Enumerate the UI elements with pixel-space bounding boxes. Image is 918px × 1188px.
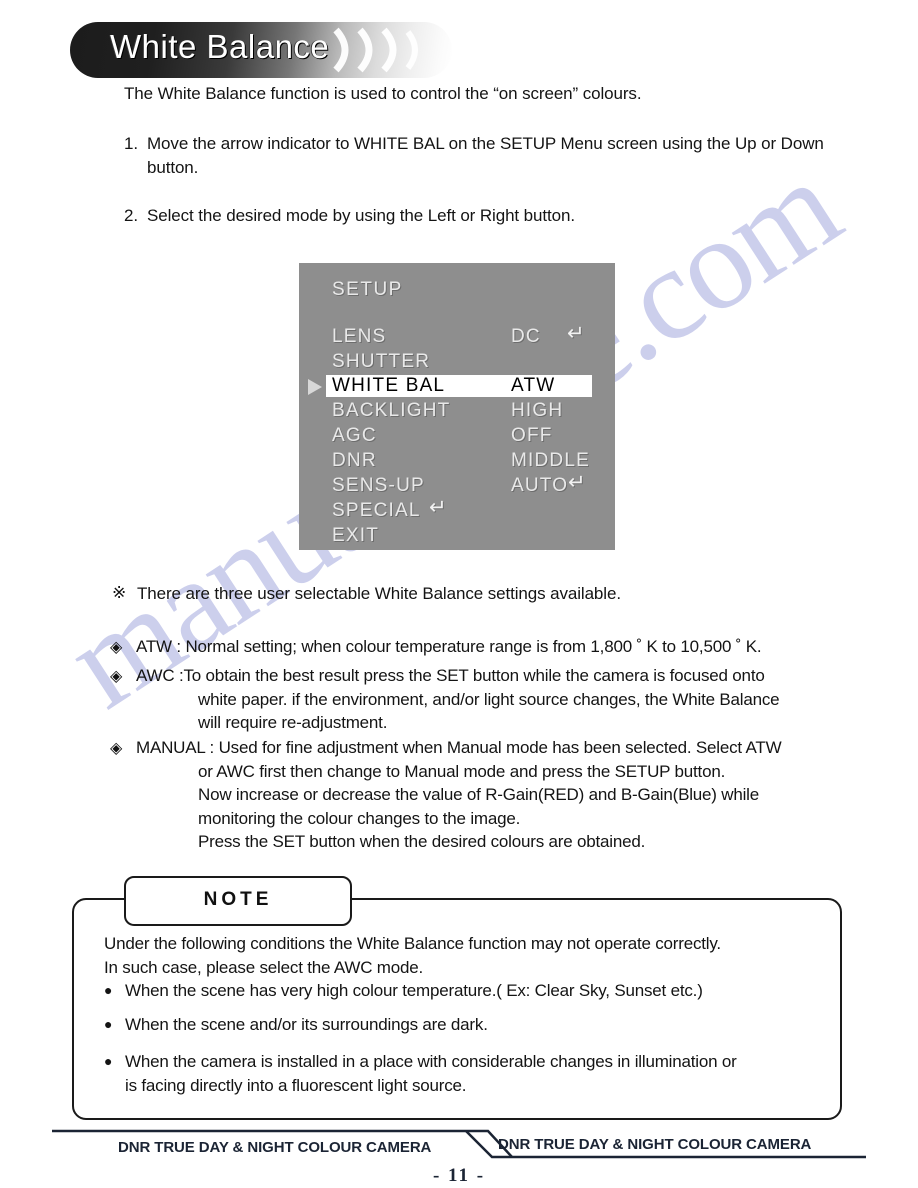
note-bullet-1: ● When the scene has very high colour te…	[104, 979, 834, 1003]
osd-value: DC	[511, 326, 541, 347]
osd-row-exit[interactable]: EXIT	[299, 525, 591, 547]
osd-row-sens-up[interactable]: SENS-UP AUTO ↵	[299, 471, 591, 497]
note-bullet-text-continuation: is facing directly into a fluorescent li…	[125, 1075, 467, 1095]
osd-row-white-bal[interactable]: WHITE BAL ATW	[326, 375, 592, 397]
mode-text-continuation: Press the SET button when the desired co…	[198, 832, 646, 851]
step-item-2: 2. Select the desired mode by using the …	[124, 204, 824, 228]
osd-label: AGC	[332, 425, 377, 446]
enter-arrow-icon: ↵	[429, 496, 447, 519]
osd-setup-menu: SETUP LENS DC ↵ SHUTTER WHITE BAL ATW BA…	[299, 263, 615, 550]
step-item-1: 1. Move the arrow indicator to WHITE BAL…	[124, 132, 824, 180]
round-bullet-icon: ●	[104, 1016, 113, 1032]
osd-label: EXIT	[332, 525, 380, 546]
step-text: Move the arrow indicator to WHITE BAL on…	[147, 134, 824, 177]
mode-text-continuation: will require re-adjustment.	[198, 713, 388, 732]
osd-label: BACKLIGHT	[332, 400, 451, 421]
osd-label: DNR	[332, 450, 377, 471]
osd-row-special[interactable]: SPECIAL ↵	[299, 496, 591, 522]
mode-item-manual: ◈ MANUAL : Used for fine adjustment when…	[110, 736, 900, 854]
page-number: - 11 -	[432, 1165, 486, 1186]
mode-text: MANUAL : Used for fine adjustment when M…	[136, 738, 782, 757]
note-bullet-text: When the scene has very high colour temp…	[125, 981, 703, 1000]
right-triangle-cursor-icon	[308, 379, 322, 395]
mode-item-awc: ◈ AWC :To obtain the best result press t…	[110, 664, 900, 735]
osd-value: MIDDLE	[511, 450, 590, 471]
note-intro-line-1: Under the following conditions the White…	[104, 934, 721, 953]
note-bullet-2: ● When the scene and/or its surroundings…	[104, 1013, 834, 1037]
footer-right-label: DNR TRUE DAY & NIGHT COLOUR CAMERA	[498, 1136, 812, 1153]
page-footer: DNR TRUE DAY & NIGHT COLOUR CAMERA DNR T…	[0, 1124, 918, 1188]
note-bullet-text: When the camera is installed in a place …	[125, 1052, 737, 1071]
mode-text-continuation: white paper. if the environment, and/or …	[198, 689, 780, 709]
star-note-text: There are three user selectable White Ba…	[137, 584, 621, 603]
osd-label: SPECIAL	[332, 500, 421, 521]
mode-text-continuation: monitoring the colour changes to the ima…	[198, 808, 521, 828]
osd-row-backlight[interactable]: BACKLIGHT HIGH	[299, 400, 591, 422]
osd-label: WHITE BAL	[332, 375, 446, 396]
step-number: 1.	[124, 134, 138, 153]
wave-arcs-icon	[333, 27, 418, 73]
diamond-bullet-icon: ◈	[110, 740, 123, 757]
mode-text: AWC :To obtain the best result press the…	[136, 666, 765, 685]
osd-value: ATW	[511, 375, 556, 396]
osd-label: SENS-UP	[332, 475, 425, 496]
mode-text-continuation: Now increase or decrease the value of R-…	[198, 785, 760, 804]
diamond-bullet-icon: ◈	[110, 639, 123, 656]
enter-arrow-icon: ↵	[568, 471, 586, 494]
osd-value: AUTO	[511, 475, 569, 496]
page-header-banner: White Balance	[70, 22, 452, 78]
osd-row-agc[interactable]: AGC OFF	[299, 425, 591, 447]
osd-row-lens[interactable]: LENS DC ↵	[299, 322, 591, 348]
osd-value: HIGH	[511, 400, 564, 421]
note-tab-label: NOTE	[203, 889, 273, 910]
osd-menu-title: SETUP	[332, 279, 403, 300]
round-bullet-icon: ●	[104, 982, 113, 998]
mode-text: ATW : Normal setting; when colour temper…	[136, 637, 762, 656]
osd-value: OFF	[511, 425, 553, 446]
osd-row-shutter[interactable]: SHUTTER	[299, 351, 591, 373]
mode-item-atw: ◈ ATW : Normal setting; when colour temp…	[110, 635, 900, 659]
osd-row-dnr[interactable]: DNR MIDDLE	[299, 450, 591, 472]
diamond-bullet-icon: ◈	[110, 668, 123, 685]
star-marker-icon: ※	[112, 583, 127, 602]
mode-text-continuation: or AWC first then change to Manual mode …	[198, 761, 726, 781]
note-bullet-text: When the scene and/or its surroundings a…	[125, 1015, 488, 1034]
step-number: 2.	[124, 206, 138, 225]
note-tab: NOTE	[124, 876, 352, 926]
intro-paragraph: The White Balance function is used to co…	[124, 84, 642, 103]
page-title: White Balance	[110, 28, 330, 65]
step-text: Select the desired mode by using the Lef…	[147, 206, 575, 225]
osd-label: SHUTTER	[332, 351, 431, 372]
osd-label: LENS	[332, 326, 387, 347]
note-intro-paragraph: Under the following conditions the White…	[104, 932, 824, 979]
footer-left-label: DNR TRUE DAY & NIGHT COLOUR CAMERA	[118, 1139, 432, 1156]
round-bullet-icon: ●	[104, 1053, 113, 1069]
note-intro-line-2: In such case, please select the AWC mode…	[104, 957, 424, 977]
enter-arrow-icon: ↵	[567, 322, 585, 345]
note-bullet-3: ● When the camera is installed in a plac…	[104, 1050, 834, 1097]
